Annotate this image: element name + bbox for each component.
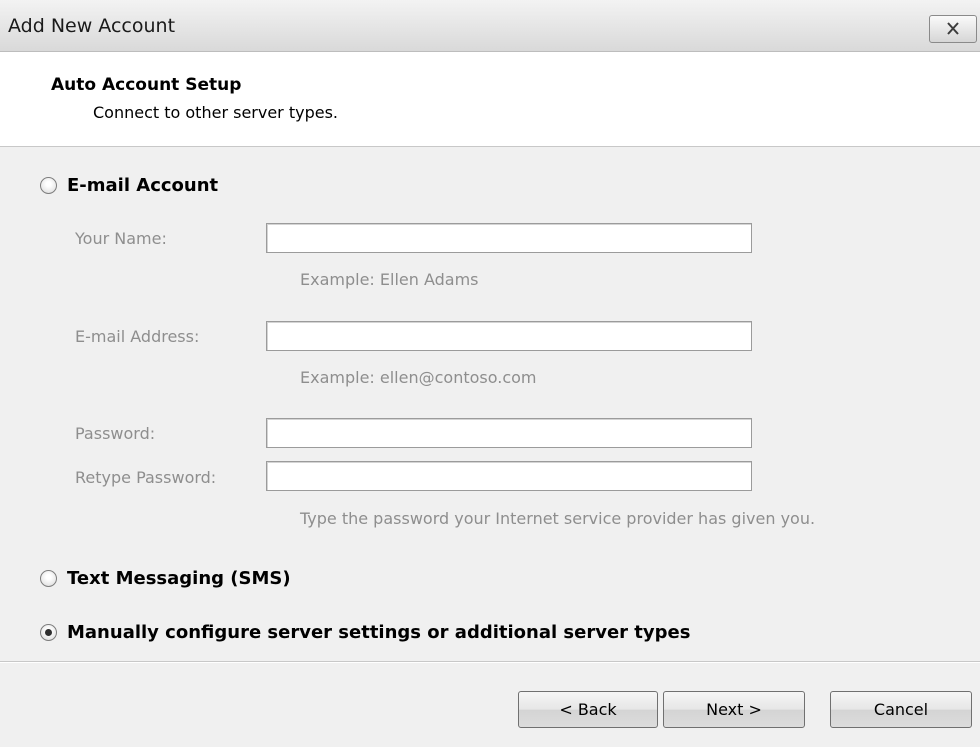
manual-config-label: Manually configure server settings or ad… (67, 621, 691, 643)
cancel-button[interactable]: Cancel (830, 691, 972, 728)
password-input[interactable] (266, 418, 752, 448)
close-button[interactable] (929, 15, 977, 43)
your-name-hint: Example: Ellen Adams (300, 270, 479, 289)
next-button[interactable]: Next > (663, 691, 805, 728)
email-account-option[interactable]: E-mail Account (40, 172, 218, 198)
your-name-label: Your Name: (75, 229, 167, 248)
sms-option[interactable]: Text Messaging (SMS) (40, 565, 291, 591)
back-button[interactable]: < Back (518, 691, 658, 728)
manual-config-option[interactable]: Manually configure server settings or ad… (40, 619, 690, 645)
footer-divider (0, 661, 980, 663)
retype-password-label: Retype Password: (75, 468, 217, 487)
retype-password-input[interactable] (266, 461, 752, 491)
page-title: Auto Account Setup (51, 75, 242, 95)
email-address-hint: Example: ellen@contoso.com (300, 368, 537, 387)
email-account-label: E-mail Account (67, 174, 219, 196)
email-address-label: E-mail Address: (75, 327, 200, 346)
email-address-input[interactable] (266, 321, 752, 351)
sms-label: Text Messaging (SMS) (67, 567, 291, 589)
close-icon (947, 22, 959, 35)
wizard-header: Auto Account Setup Connect to other serv… (0, 52, 980, 147)
email-account-radio[interactable] (40, 176, 57, 194)
manual-config-radio[interactable] (40, 623, 57, 641)
password-label: Password: (75, 424, 156, 443)
page-subtitle: Connect to other server types. (93, 103, 338, 122)
add-account-dialog: Add New Account Auto Account Setup Conne… (0, 0, 980, 747)
title-bar: Add New Account (0, 0, 980, 52)
sms-radio[interactable] (40, 569, 57, 587)
your-name-input[interactable] (266, 223, 752, 253)
password-hint: Type the password your Internet service … (300, 509, 816, 528)
window-title: Add New Account (8, 15, 176, 37)
